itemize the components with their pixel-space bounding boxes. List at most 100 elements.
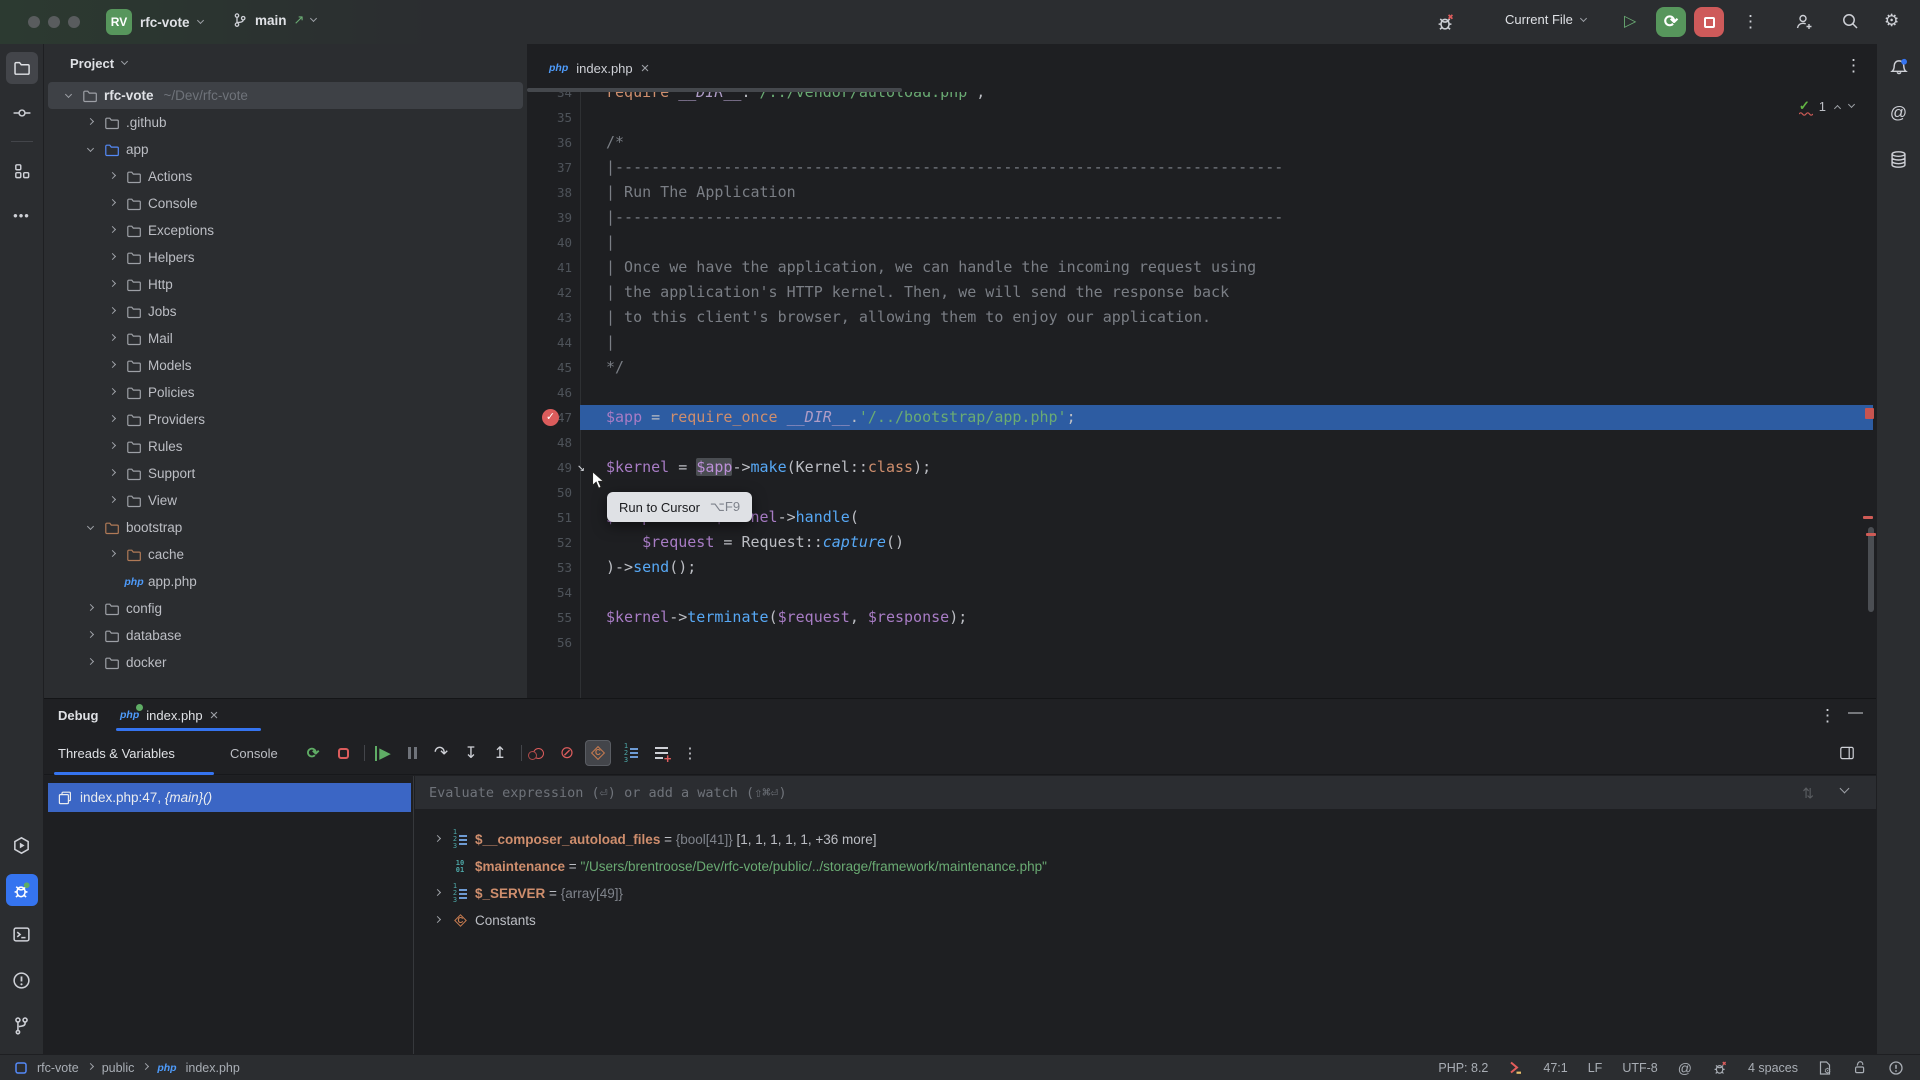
terminal-tool-icon[interactable] <box>6 918 38 950</box>
stop-button[interactable] <box>1694 7 1724 37</box>
window-zoom-icon[interactable] <box>68 16 80 28</box>
php-interpreter-icon[interactable] <box>1508 1060 1523 1075</box>
line-number[interactable]: 44 <box>527 330 572 355</box>
line-number[interactable]: 35 <box>527 105 572 130</box>
tree-item-providers[interactable]: Providers <box>44 406 527 433</box>
tree-item-http[interactable]: Http <box>44 271 527 298</box>
tree-item--github[interactable]: .github <box>44 109 527 136</box>
frame-row-selected[interactable]: index.php:47, {main}() <box>48 783 411 812</box>
stop-icon[interactable] <box>330 740 356 766</box>
stripe-error-mark[interactable] <box>1866 533 1876 536</box>
more-tool-windows-icon[interactable]: ••• <box>6 199 38 231</box>
git-tool-icon[interactable] <box>6 1009 38 1041</box>
chevron-right-icon[interactable] <box>108 225 115 232</box>
window-close-icon[interactable] <box>28 16 40 28</box>
line-number[interactable]: 43 <box>527 305 572 330</box>
ai-status-icon[interactable]: @ <box>1678 1060 1692 1076</box>
line-number[interactable]: 45 <box>527 355 572 380</box>
debug-more-icon[interactable]: ⋮ <box>1819 706 1836 726</box>
tree-item-models[interactable]: Models <box>44 352 527 379</box>
line-number[interactable]: 46 <box>527 380 572 405</box>
tree-item-rules[interactable]: Rules <box>44 433 527 460</box>
variable-row[interactable]: CConstants <box>415 907 1876 934</box>
tree-item-actions[interactable]: Actions <box>44 163 527 190</box>
tree-item-helpers[interactable]: Helpers <box>44 244 527 271</box>
tree-item-database[interactable]: database <box>44 622 527 649</box>
chevron-right-icon[interactable] <box>108 171 115 178</box>
php-version-widget[interactable]: PHP: 8.2 <box>1438 1061 1488 1075</box>
tree-item-bootstrap[interactable]: bootstrap <box>44 514 527 541</box>
chevron-right-icon[interactable] <box>108 198 115 205</box>
scrollbar-thumb[interactable] <box>1868 527 1874 612</box>
tab-threads-variables[interactable]: Threads & Variables <box>58 731 175 775</box>
chevron-right-icon[interactable] <box>86 657 93 664</box>
tree-item-console[interactable]: Console <box>44 190 527 217</box>
chevron-right-icon[interactable] <box>86 630 93 637</box>
breadcrumb-folder[interactable]: public <box>102 1061 135 1075</box>
line-number[interactable]: 51 <box>527 505 572 530</box>
tree-item-app-php[interactable]: phpapp.php <box>44 568 527 595</box>
notifications-status-icon[interactable] <box>1888 1060 1904 1076</box>
project-tool-icon[interactable] <box>6 52 38 84</box>
chevron-right-icon[interactable] <box>108 414 115 421</box>
chevron-down-icon[interactable] <box>64 90 71 97</box>
lock-icon[interactable] <box>1853 1060 1868 1075</box>
add-watch-icon[interactable]: + <box>648 740 674 766</box>
tree-item-rfc-vote[interactable]: rfc-vote~/Dev/rfc-vote <box>48 82 523 109</box>
chevron-down-icon[interactable] <box>86 144 93 151</box>
code-with-me-icon[interactable] <box>1794 12 1814 32</box>
chevron-right-icon[interactable] <box>108 468 115 475</box>
line-number[interactable]: 39 <box>527 205 572 230</box>
notifications-bell-icon[interactable] <box>1883 52 1915 84</box>
structure-tool-icon[interactable] <box>6 155 38 187</box>
next-problem-icon[interactable] <box>1848 101 1855 108</box>
settings-gear-icon[interactable]: ⚙ <box>1884 11 1899 31</box>
line-number[interactable]: 54 <box>527 580 572 605</box>
ai-assistant-icon[interactable]: @ <box>1883 97 1915 129</box>
pause-icon[interactable] <box>399 740 425 766</box>
database-tool-icon[interactable] <box>1883 143 1915 175</box>
stripe-error-mark[interactable] <box>1863 516 1873 519</box>
line-number[interactable]: 42 <box>527 280 572 305</box>
line-number[interactable]: 49 <box>527 455 572 480</box>
window-controls[interactable] <box>28 16 88 28</box>
mute-breakpoints-icon[interactable]: ⊘ <box>554 740 580 766</box>
chevron-right-icon[interactable] <box>86 603 93 610</box>
line-number[interactable]: 40 <box>527 230 572 255</box>
problems-tool-icon[interactable] <box>6 964 38 996</box>
view-breakpoints-icon[interactable] <box>525 740 551 766</box>
line-number[interactable]: 37 <box>527 155 572 180</box>
line-number[interactable]: 41 <box>527 255 572 280</box>
layout-settings-icon[interactable] <box>1834 740 1860 766</box>
run-to-cursor-gutter-icon[interactable]: ↘ <box>577 455 585 480</box>
services-tool-icon[interactable] <box>6 829 38 861</box>
code-area[interactable]: 34require __DIR__.'/../vendor/autoload.p… <box>527 92 1876 698</box>
line-number[interactable]: 34 <box>527 92 572 105</box>
debug-tool-icon[interactable] <box>6 874 38 906</box>
prev-problem-icon[interactable] <box>1834 104 1841 111</box>
chevron-right-icon[interactable] <box>108 387 115 394</box>
line-separator-widget[interactable]: LF <box>1588 1061 1603 1075</box>
hide-panel-icon[interactable]: — <box>1848 704 1863 721</box>
line-number[interactable]: 56 <box>527 630 572 655</box>
chevron-down-icon[interactable] <box>1840 784 1850 794</box>
encoding-widget[interactable]: UTF-8 <box>1622 1061 1657 1075</box>
frames-panel[interactable]: index.php:47, {main}() <box>44 776 414 1055</box>
run-button[interactable]: ▷ <box>1624 11 1636 31</box>
step-over-icon[interactable]: ↷ <box>428 740 454 766</box>
tree-item-view[interactable]: View <box>44 487 527 514</box>
expand-chevron-icon[interactable] <box>429 886 445 902</box>
line-number[interactable]: 52 <box>527 530 572 555</box>
stripe-breakpoint-mark[interactable] <box>1865 408 1874 419</box>
expand-chevron-icon[interactable] <box>429 832 445 848</box>
chevron-right-icon[interactable] <box>86 117 93 124</box>
line-number[interactable]: 53 <box>527 555 572 580</box>
code-style-icon[interactable]: ⚙ <box>1818 1060 1833 1076</box>
chevron-right-icon[interactable] <box>108 549 115 556</box>
chevron-right-icon[interactable] <box>108 306 115 313</box>
php-debug-toggle-icon[interactable]: C <box>585 740 611 766</box>
inspections-widget[interactable]: ✓ 1 <box>1799 98 1854 114</box>
chevron-right-icon[interactable] <box>108 495 115 502</box>
more-actions-icon[interactable]: ⋮ <box>1742 12 1759 32</box>
chevron-right-icon[interactable] <box>108 252 115 259</box>
